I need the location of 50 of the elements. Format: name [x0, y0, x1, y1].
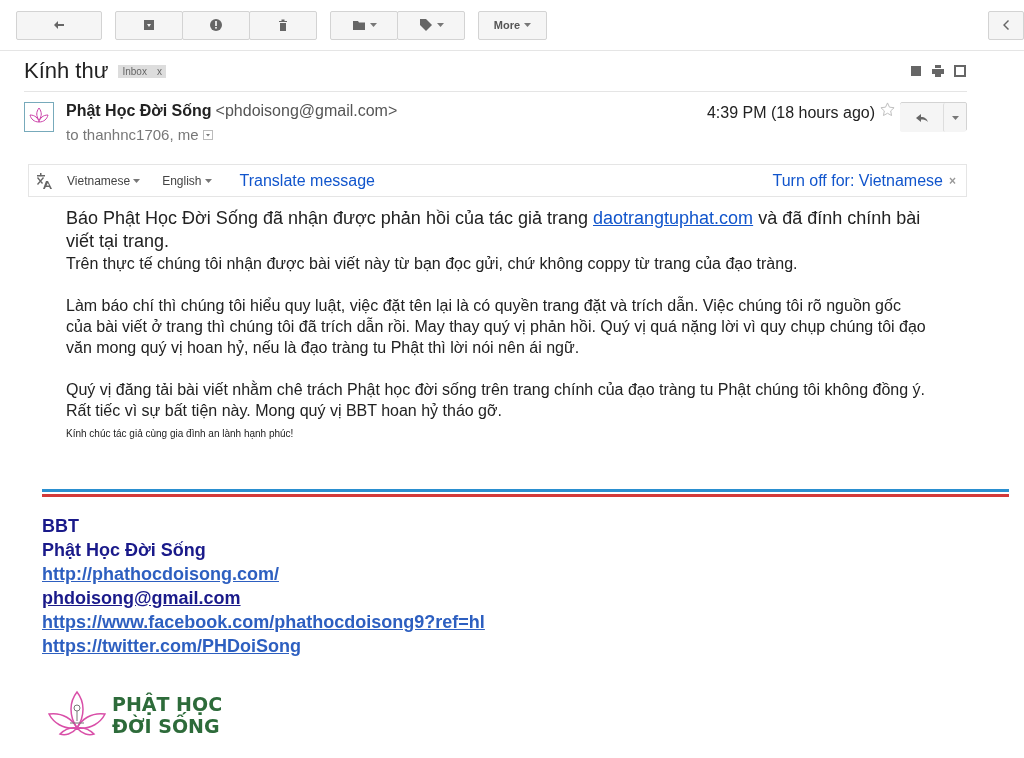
new-window-icon — [953, 64, 967, 78]
previous-button[interactable] — [988, 10, 1024, 40]
signature-link[interactable]: https://twitter.com/PHDoiSong — [42, 634, 301, 658]
delete-button[interactable] — [249, 10, 317, 40]
caret-icon — [204, 178, 212, 183]
reply-button[interactable] — [900, 103, 944, 132]
subject-title: Kính thư — [24, 58, 109, 84]
sender-email: <phdoisong@gmail.com> — [215, 102, 398, 119]
labels-button[interactable] — [397, 10, 465, 40]
folder-icon — [351, 18, 366, 32]
caret-icon — [524, 23, 532, 27]
exclamation-icon — [209, 18, 223, 32]
more-actions-button[interactable] — [943, 103, 966, 132]
details-dropdown-icon[interactable] — [202, 129, 213, 140]
signature-name: BBT — [42, 515, 79, 538]
caret-icon — [369, 23, 377, 27]
signature-link[interactable]: http://phathocdoisong.com/ — [42, 562, 279, 586]
recipients-text: to thanhnc1706, me — [66, 126, 199, 143]
archive-button[interactable] — [115, 10, 183, 40]
caret-icon — [436, 23, 444, 27]
caret-icon — [133, 178, 141, 183]
report-spam-button[interactable] — [182, 10, 250, 40]
source-language-select[interactable]: Vietnamese — [67, 173, 141, 188]
signature-email-link[interactable]: phdoisong@gmail.com — [42, 586, 241, 610]
archive-icon — [142, 18, 156, 32]
message-paragraph: Làm báo chí thì chúng tôi hiểu quy luật, việc đặt tên lại là có quyền trang đặt và trích dẫn. Việc chúng tôi rõ nguồn gốc của bài viết ở trang thì chúng tôi đã trích dẫn rồi. May thay quý vị phản hồi. Quý vị quá nặng lời vì quy chụp chúng tôi đạo văn mong quý vị hoan hỷ, nếu là đạo tràng tu Phật thì lời nói nên ái ngữ. — [66, 295, 927, 358]
translate-message-link[interactable]: Translate message — [239, 171, 375, 190]
tag-icon — [418, 18, 433, 32]
site-link[interactable]: daotrangtuphat.com — [593, 208, 754, 228]
message-time: 4:39 PM (18 hours ago) — [706, 104, 875, 123]
message-paragraph: Quý vị đăng tải bài viết nhằm chê trách Phật học đời sống trên trang chính của đạo tràng tu Phật chúng tôi không đồng ý. Rất tiếc vì sự bất tiện này. Mong quý vị BBT hoan hỷ tháo gỡ. — [66, 379, 927, 421]
expand-icon — [909, 64, 923, 78]
star-icon[interactable] — [880, 102, 895, 117]
turn-off-link[interactable]: Turn off for: Vietnamese — [772, 171, 943, 190]
caret-icon — [951, 115, 959, 120]
lotus-avatar-icon — [24, 102, 54, 132]
more-button[interactable]: More — [478, 10, 547, 40]
signature-name: Phật Học Đời Sống — [42, 539, 206, 562]
sender-name: Phật Học Đời Sống — [66, 102, 212, 119]
message-paragraph: Báo Phật Học Đời Sống đã nhận được phản hồi của tác giả trang daotrangtuphat.com và đã đính chính bài viết tại trang. — [66, 207, 922, 253]
signature-link[interactable]: https://www.facebook.com/phathocdoisong9?ref=hl — [42, 610, 485, 634]
target-language-select[interactable]: English — [162, 173, 212, 188]
closing-text: Kính chúc tác giả cùng gia đình an lành hạnh phúc! — [66, 428, 295, 439]
trash-icon — [276, 18, 290, 32]
translate-icon — [35, 171, 53, 190]
remove-label-button[interactable]: x — [156, 65, 162, 77]
message-paragraph: Trên thực tế chúng tôi nhận được bài viết này từ bạn đọc gửi, chứ không coppy từ trang của đạo tràng. — [66, 254, 799, 274]
inbox-label: Inbox x — [118, 64, 166, 78]
print-icon — [931, 64, 945, 78]
move-to-button[interactable] — [330, 10, 398, 40]
